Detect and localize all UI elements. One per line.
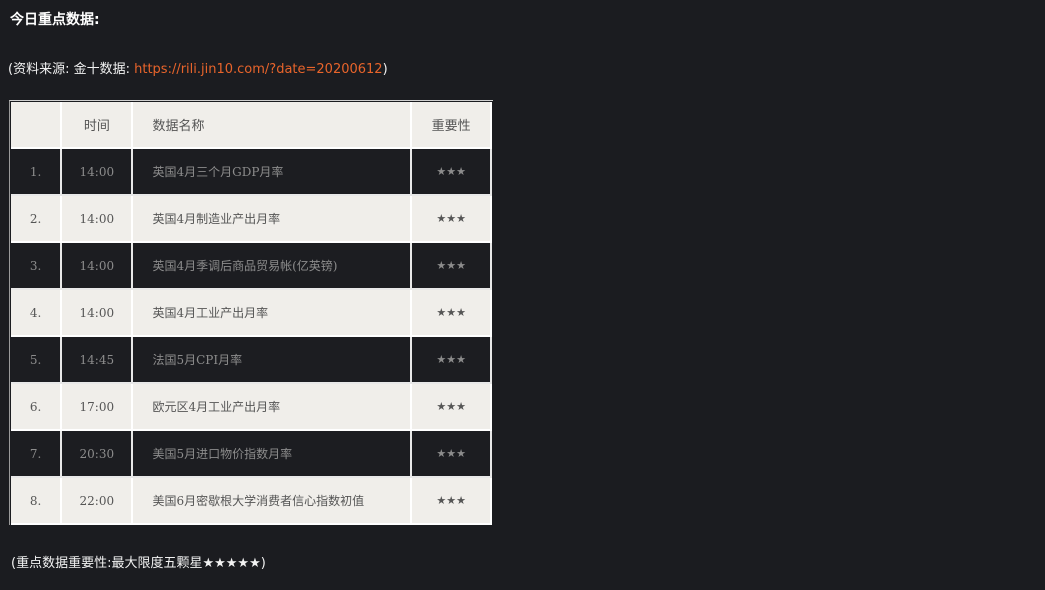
row-importance-stars: ★★★ [412, 290, 492, 337]
row-time: 14:45 [62, 337, 134, 384]
source-line: (资料来源: 金十数据: https://rili.jin10.com/?dat… [8, 58, 388, 77]
row-name: 英国4月工业产出月率 [133, 290, 413, 337]
row-name: 欧元区4月工业产出月率 [133, 384, 413, 431]
row-time: 14:00 [62, 196, 134, 243]
row-index: 6. [11, 384, 63, 431]
row-name: 英国4月三个月GDP月率 [133, 149, 413, 196]
row-index: 7. [11, 431, 63, 478]
row-time: 22:00 [62, 478, 134, 525]
row-index: 4. [11, 290, 63, 337]
row-time: 14:00 [62, 290, 134, 337]
table-row: 8. 22:00 美国6月密歇根大学消费者信心指数初值 ★★★ [11, 478, 492, 525]
row-importance-stars: ★★★ [412, 337, 492, 384]
row-time: 20:30 [62, 431, 134, 478]
row-name: 英国4月制造业产出月率 [133, 196, 413, 243]
row-index: 2. [11, 196, 63, 243]
header-name: 数据名称 [133, 102, 413, 149]
table-row: 3. 14:00 英国4月季调后商品贸易帐(亿英镑) ★★★ [11, 243, 492, 290]
source-link[interactable]: https://rili.jin10.com/?date=20200612 [134, 62, 382, 77]
table-row: 7. 20:30 美国5月进口物价指数月率 ★★★ [11, 431, 492, 478]
row-index: 1. [11, 149, 63, 196]
row-name: 英国4月季调后商品贸易帐(亿英镑) [133, 243, 413, 290]
row-name: 美国6月密歇根大学消费者信心指数初值 [133, 478, 413, 525]
row-index: 3. [11, 243, 63, 290]
header-index [11, 102, 63, 149]
row-importance-stars: ★★★ [412, 149, 492, 196]
row-importance-stars: ★★★ [412, 196, 492, 243]
row-importance-stars: ★★★ [412, 431, 492, 478]
table-row: 4. 14:00 英国4月工业产出月率 ★★★ [11, 290, 492, 337]
row-time: 14:00 [62, 243, 134, 290]
table-header-row: 时间 数据名称 重要性 [11, 102, 492, 149]
key-data-table: 时间 数据名称 重要性 1. 14:00 英国4月三个月GDP月率 ★★★ 2.… [11, 102, 492, 525]
row-importance-stars: ★★★ [412, 478, 492, 525]
header-importance: 重要性 [412, 102, 492, 149]
importance-note: (重点数据重要性:最大限度五颗星★★★★★) [11, 556, 266, 571]
table-row: 1. 14:00 英国4月三个月GDP月率 ★★★ [11, 149, 492, 196]
table-row: 6. 17:00 欧元区4月工业产出月率 ★★★ [11, 384, 492, 431]
header-time: 时间 [62, 102, 134, 149]
table-row: 5. 14:45 法国5月CPI月率 ★★★ [11, 337, 492, 384]
page-heading: 今日重点数据: [10, 12, 100, 28]
data-table-container: 时间 数据名称 重要性 1. 14:00 英国4月三个月GDP月率 ★★★ 2.… [9, 100, 493, 525]
source-suffix: ) [382, 62, 388, 77]
row-importance-stars: ★★★ [412, 384, 492, 431]
row-index: 8. [11, 478, 63, 525]
row-name: 法国5月CPI月率 [133, 337, 413, 384]
row-name: 美国5月进口物价指数月率 [133, 431, 413, 478]
source-prefix: (资料来源: 金十数据: [8, 62, 135, 77]
table-row: 2. 14:00 英国4月制造业产出月率 ★★★ [11, 196, 492, 243]
row-index: 5. [11, 337, 63, 384]
row-importance-stars: ★★★ [412, 243, 492, 290]
row-time: 17:00 [62, 384, 134, 431]
row-time: 14:00 [62, 149, 134, 196]
